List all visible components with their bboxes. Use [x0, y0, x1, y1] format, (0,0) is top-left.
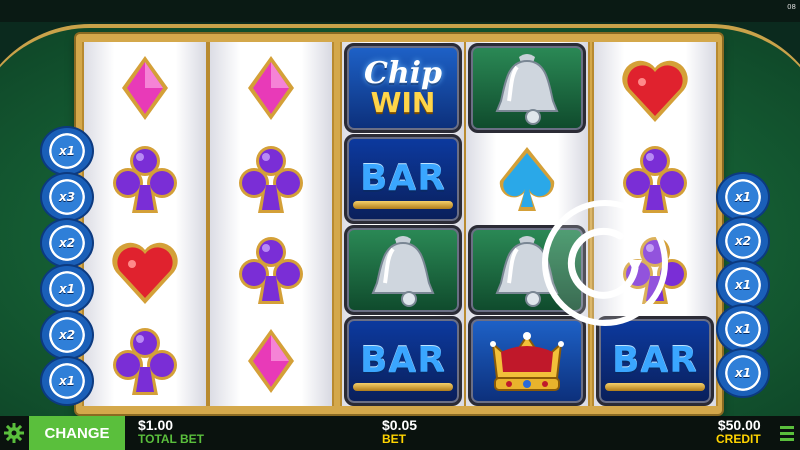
right-multiplier-chip-stack: x1 x2 x1 x1 x1	[716, 172, 770, 402]
reel-cell	[84, 133, 206, 224]
bell-symbol	[344, 224, 462, 315]
reel-cell	[594, 42, 716, 133]
reel-cell	[466, 315, 588, 406]
multiplier-chip: x2	[716, 216, 770, 266]
reel-cell: BAR	[342, 133, 464, 224]
status-bar: 08	[0, 0, 800, 22]
diamond-symbol	[90, 46, 200, 130]
multiplier-chip: x2	[40, 310, 94, 360]
reel-cell	[84, 224, 206, 315]
bar-ribbon	[353, 382, 453, 391]
crown-icon	[490, 331, 564, 391]
multiplier-chip: x1	[716, 172, 770, 222]
reel-1	[82, 42, 208, 406]
bar-symbol: BAR	[344, 315, 462, 406]
bet-value: $0.05	[382, 417, 418, 433]
club-symbol	[216, 228, 326, 312]
total-bet-value: $1.00	[138, 417, 174, 433]
bell-icon	[371, 235, 435, 307]
bet-label: BET	[382, 432, 406, 446]
change-bet-button[interactable]: CHANGE	[29, 416, 125, 450]
multiplier-chip: x2	[40, 218, 94, 268]
bar-label: BAR	[359, 340, 447, 381]
multiplier-chip-label: x1	[734, 278, 752, 292]
chip-win-line1: Chip	[363, 55, 443, 91]
club-symbol	[216, 137, 326, 221]
settings-button[interactable]	[0, 416, 28, 450]
heart-symbol	[600, 46, 710, 130]
reel-cell	[210, 224, 332, 315]
multiplier-chip-label: x1	[58, 282, 76, 296]
multiplier-chip: x1	[40, 126, 94, 176]
bar-ribbon	[353, 200, 453, 209]
chip-win-line2: WIN	[370, 85, 436, 119]
hamburger-icon	[780, 425, 794, 429]
multiplier-chip: x1	[40, 264, 94, 314]
multiplier-chip-label: x1	[58, 374, 76, 388]
bar-symbol: BAR	[596, 315, 714, 406]
bell-icon	[495, 53, 559, 125]
diamond-symbol	[216, 46, 326, 130]
credit-label: CREDIT	[716, 432, 761, 446]
bell-symbol	[468, 42, 586, 133]
bet-display: $0.05 BET	[382, 418, 417, 446]
reel-3: Chip WIN BAR BAR	[340, 42, 466, 406]
bar-label: BAR	[359, 158, 447, 199]
spin-button[interactable]	[540, 198, 670, 328]
multiplier-chip-label: x1	[734, 190, 752, 204]
reel-cell	[84, 42, 206, 133]
total-bet-label: TOTAL BET	[138, 432, 204, 446]
credit-value: $50.00	[717, 417, 761, 433]
bar-label: BAR	[611, 340, 699, 381]
multiplier-chip: x1	[716, 260, 770, 310]
reel-cell	[84, 315, 206, 406]
reel-cell: BAR	[342, 315, 464, 406]
reel-cell	[210, 315, 332, 406]
spin-icon	[542, 200, 668, 326]
reel-2	[208, 42, 334, 406]
crown-symbol	[468, 315, 586, 406]
multiplier-chip-label: x2	[58, 236, 76, 250]
gear-icon	[4, 423, 24, 443]
chip-win-label: Chip WIN	[363, 55, 443, 119]
menu-button[interactable]	[774, 416, 800, 450]
multiplier-chip-label: x2	[734, 234, 752, 248]
left-multiplier-chip-stack: x1 x3 x2 x1 x2 x1	[40, 126, 94, 406]
multiplier-chip: x3	[40, 172, 94, 222]
chip-win-symbol: Chip WIN	[344, 42, 462, 133]
club-symbol	[90, 319, 200, 403]
multiplier-chip: x1	[40, 356, 94, 406]
credit-display: $50.00 CREDIT	[716, 418, 761, 446]
status-clock: 08	[787, 3, 796, 11]
multiplier-chip-label: x1	[734, 322, 752, 336]
club-symbol	[90, 137, 200, 221]
heart-symbol	[90, 228, 200, 312]
reel-cell: BAR	[594, 315, 716, 406]
bar-symbol: BAR	[344, 133, 462, 224]
bottom-control-bar: CHANGE $1.00 TOTAL BET $0.05 BET $50.00 …	[0, 416, 800, 450]
total-bet-display: $1.00 TOTAL BET	[138, 418, 204, 446]
diamond-symbol	[216, 319, 326, 403]
multiplier-chip-label: x1	[58, 144, 76, 158]
reel-cell	[210, 42, 332, 133]
reel-cell	[466, 42, 588, 133]
reel-cell	[342, 224, 464, 315]
bar-ribbon	[605, 382, 705, 391]
multiplier-chip-label: x3	[58, 190, 76, 204]
multiplier-chip: x1	[716, 348, 770, 398]
multiplier-chip-label: x2	[58, 328, 76, 342]
multiplier-chip-label: x1	[734, 366, 752, 380]
multiplier-chip: x1	[716, 304, 770, 354]
reel-cell: Chip WIN	[342, 42, 464, 133]
reel-cell	[210, 133, 332, 224]
